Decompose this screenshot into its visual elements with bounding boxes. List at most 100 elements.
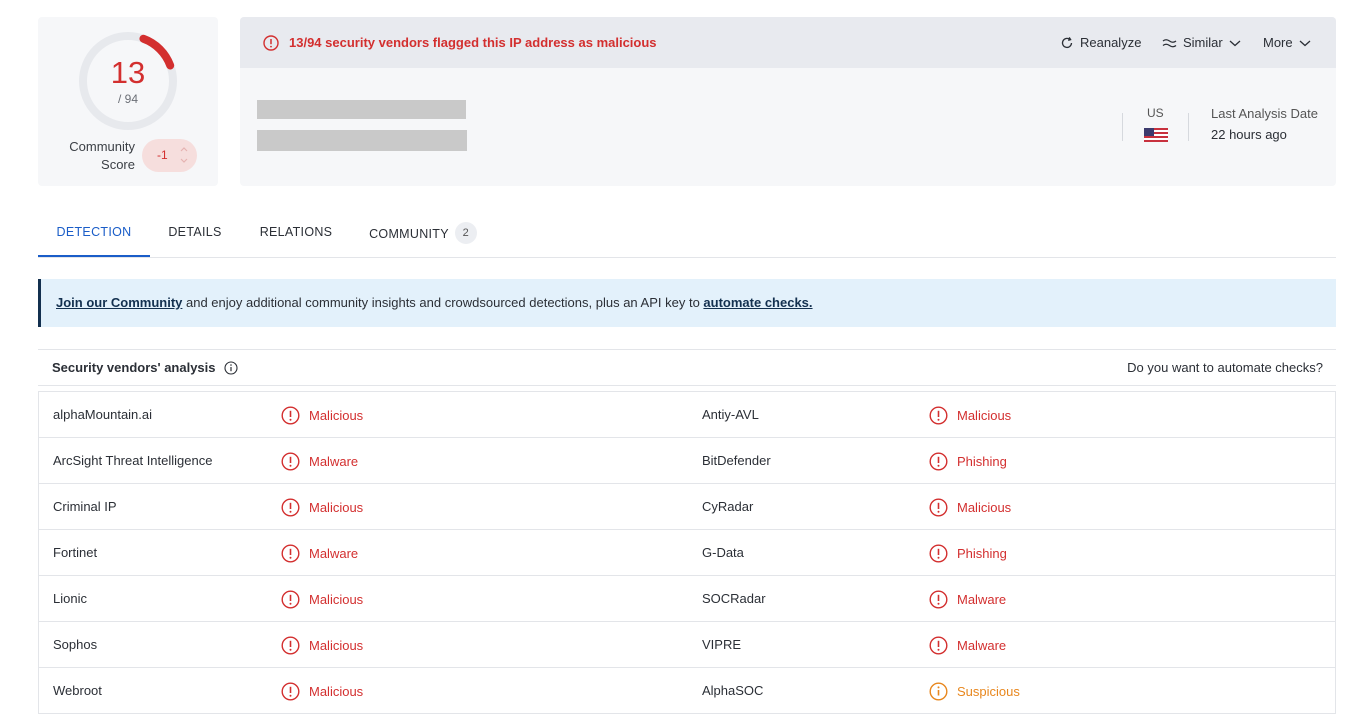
alert-circle-icon <box>281 406 300 425</box>
alert-circle-icon <box>929 544 948 563</box>
tab-relations-label: RELATIONS <box>259 225 333 239</box>
vendor-result: Malicious <box>281 590 363 609</box>
last-analysis-label: Last Analysis Date <box>1211 106 1318 121</box>
vendor-name: VIPRE <box>702 637 742 652</box>
vendors-title-text: Security vendors' analysis <box>52 360 216 375</box>
vendor-name: Sophos <box>53 637 98 652</box>
vendor-result-label: Malware <box>309 454 359 469</box>
summary-panel: 13/94 security vendors flagged this IP a… <box>240 17 1336 186</box>
tab-community[interactable]: COMMUNITY 2 <box>358 212 488 257</box>
divider <box>38 385 1336 386</box>
vendor-result-label: Malicious <box>309 638 364 653</box>
community-score-label: Community Score <box>69 139 135 172</box>
vendor-name: Fortinet <box>53 545 98 560</box>
vendor-result: Malware <box>281 452 358 471</box>
table-row: alphaMountain.ai Malicious Antiy-AVL Malici… <box>39 392 1335 438</box>
table-row: Criminal IP Malicious CyRadar Malicious <box>39 484 1335 530</box>
vendor-result: Phishing <box>929 452 1007 471</box>
vendor-result-label: Malware <box>957 592 1007 607</box>
alert-circle-icon <box>281 544 300 563</box>
vendors-section-title: Security vendors' analysis <box>52 360 238 375</box>
detection-score-card: 13 / 94 Community Score -1 <box>38 17 218 186</box>
vendor-result: Phishing <box>929 544 1007 563</box>
vendor-result-label: Phishing <box>957 454 1007 469</box>
alert-circle-icon <box>929 636 948 655</box>
automate-checks-prompt[interactable]: Do you want to automate checks? <box>1127 360 1323 375</box>
banner-middle-text: and enjoy additional community insights … <box>182 295 704 310</box>
community-score-value: -1 <box>157 148 168 162</box>
chevron-down-icon <box>1299 40 1311 46</box>
vendors-table: alphaMountain.ai Malicious Antiy-AVL Malici… <box>38 391 1336 714</box>
last-analysis-value: 22 hours ago <box>1211 127 1287 142</box>
vendor-result-label: Phishing <box>957 546 1007 561</box>
us-flag-icon <box>1144 128 1168 142</box>
vendor-name: SOCRadar <box>702 591 766 606</box>
alert-circle-icon <box>281 498 300 517</box>
automate-checks-link[interactable]: automate checks. <box>703 295 812 310</box>
vendor-result: Malicious <box>281 682 363 701</box>
detection-total: / 94 <box>117 92 138 106</box>
vendor-result-label: Malicious <box>309 500 364 515</box>
vendor-result: Suspicious <box>929 682 1020 701</box>
vendor-name: CyRadar <box>702 499 754 514</box>
redacted-network-info <box>257 130 467 151</box>
vendor-name: Antiy-AVL <box>702 407 759 422</box>
vendor-name: alphaMountain.ai <box>53 407 153 422</box>
table-row: ArcSight Threat Intelligence Malware BitDe… <box>39 438 1335 484</box>
more-label: More <box>1263 35 1293 50</box>
similar-icon <box>1162 38 1177 47</box>
vendor-result-label: Malicious <box>957 408 1012 423</box>
alert-circle-icon <box>281 636 300 655</box>
detection-count: 13 <box>110 55 146 90</box>
tab-detection[interactable]: DETECTION <box>38 212 150 257</box>
table-row: Lionic Malicious SOCRadar Malware <box>39 576 1335 622</box>
divider <box>38 349 1336 350</box>
join-community-link[interactable]: Join our Community <box>56 295 182 310</box>
info-circle-icon <box>929 682 948 701</box>
vendor-name: BitDefender <box>702 453 771 468</box>
alert-circle-icon <box>929 406 948 425</box>
alert-circle-icon <box>263 35 279 51</box>
tab-bar: DETECTION DETAILS RELATIONS COMMUNITY 2 <box>38 212 1336 258</box>
vendor-result: Malicious <box>929 498 1011 517</box>
more-dropdown[interactable]: More <box>1263 35 1311 50</box>
reanalyze-button[interactable]: Reanalyze <box>1060 35 1141 50</box>
vendor-name: Webroot <box>53 683 102 698</box>
vendor-result: Malware <box>929 636 1006 655</box>
vote-arrows-icon[interactable] <box>180 145 188 165</box>
alert-circle-icon <box>281 590 300 609</box>
alert-circle-icon <box>281 682 300 701</box>
vendor-name: Lionic <box>53 591 87 606</box>
chevron-down-icon <box>1229 40 1241 46</box>
tab-community-label: COMMUNITY <box>369 226 449 241</box>
similar-label: Similar <box>1183 35 1223 50</box>
community-banner: Join our Community and enjoy additional … <box>38 279 1336 327</box>
alert-text: 13/94 security vendors flagged this IP a… <box>289 35 657 50</box>
alert-circle-icon <box>929 498 948 517</box>
vendor-name: AlphaSOC <box>702 683 764 698</box>
redacted-ip-address <box>257 100 466 119</box>
country-code: US <box>1147 106 1164 120</box>
vendor-result: Malware <box>929 590 1006 609</box>
vendor-name: ArcSight Threat Intelligence <box>53 453 213 468</box>
vendor-result-label: Malicious <box>309 408 364 423</box>
similar-dropdown[interactable]: Similar <box>1162 35 1241 50</box>
table-row: Sophos Malicious VIPRE Malware <box>39 622 1335 668</box>
community-score-pill[interactable]: -1 <box>142 139 197 172</box>
vendor-result: Malicious <box>281 636 363 655</box>
info-icon[interactable] <box>223 360 238 375</box>
tab-relations[interactable]: RELATIONS <box>242 212 350 257</box>
divider <box>1122 113 1123 141</box>
vendor-result-label: Malware <box>309 546 359 561</box>
alert-circle-icon <box>929 452 948 471</box>
vendor-result: Malicious <box>929 406 1011 425</box>
table-row: Fortinet Malware G-Data Phishing <box>39 530 1335 576</box>
vendor-name: Criminal IP <box>53 499 117 514</box>
alert-circle-icon <box>929 590 948 609</box>
refresh-icon <box>1061 36 1073 48</box>
tab-details[interactable]: DETAILS <box>151 212 239 257</box>
vendor-name: G-Data <box>702 545 744 560</box>
alert-circle-icon <box>281 452 300 471</box>
vendor-result-label: Malware <box>957 638 1007 653</box>
banner-text: Join our Community and enjoy additional … <box>56 295 813 310</box>
